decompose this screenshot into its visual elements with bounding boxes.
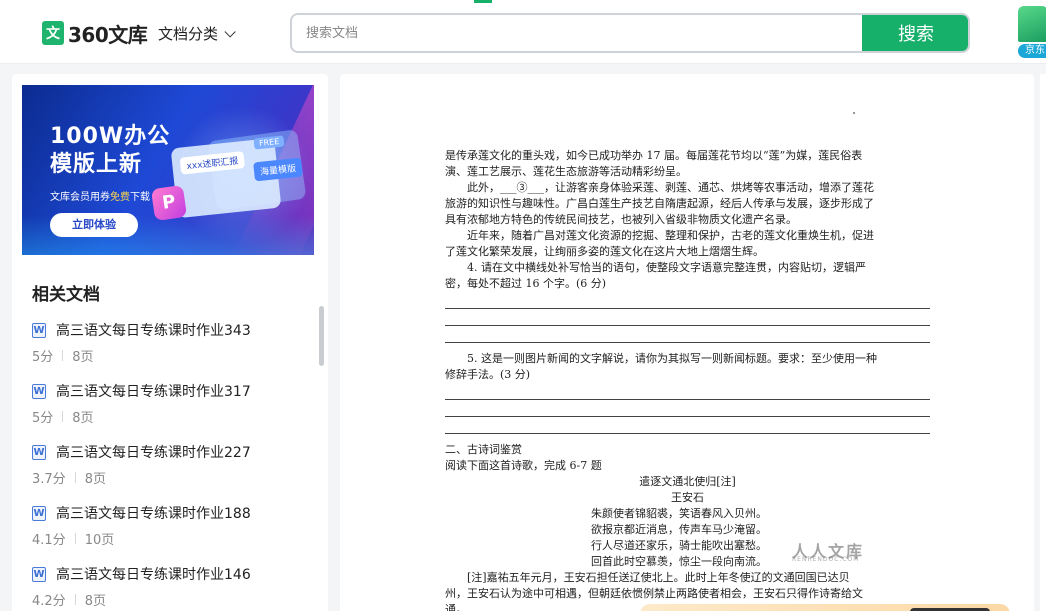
doc-line: 近年来，随着广昌对莲文化资源的挖掘、整理和保护，古老的莲文化重焕生机，促进 <box>467 229 874 242</box>
search-button[interactable]: 搜索 <box>862 15 968 51</box>
try-now-button[interactable]: 立即体验 <box>50 213 138 237</box>
watermark-sub: RENRENDOC.COM <box>792 556 860 563</box>
divider <box>74 472 76 483</box>
doc-line: 是传承莲文化的重头戏，如今已成功举办 17 届。每届莲花节均以“莲”为媒，莲民俗… <box>445 149 863 162</box>
right-panel-edge <box>1040 74 1046 611</box>
category-label: 文档分类 <box>158 25 219 43</box>
related-doc-name[interactable]: 高三语文每日专练课时作业317 <box>56 381 251 401</box>
list-item[interactable]: W 高三语文每日专练课时作业317 5分 8页 <box>32 381 312 442</box>
poem-title: 遣逐文通北使归[注] <box>639 475 736 488</box>
doc-line: 修辞手法。(3 分) <box>445 368 531 381</box>
doc-score: 5分 <box>32 411 54 426</box>
answer-line <box>445 399 930 400</box>
banner-sub-pre: 文库会员用券 <box>50 192 110 203</box>
list-item[interactable]: W 高三语文每日专练课时作业227 3.7分 8页 <box>32 442 312 503</box>
document-page: 是传承莲文化的重头戏，如今已成功举办 17 届。每届莲花节均以“莲”为媒，莲民俗… <box>340 74 1034 611</box>
chevron-down-icon <box>224 25 236 38</box>
poem-line: 欲报京都近消息，传声车马少淹留。 <box>591 523 767 536</box>
answer-line <box>445 308 930 309</box>
poem-line: 朱颜使者锦貂裘，笑语春风入贝州。 <box>591 507 767 520</box>
category-dropdown[interactable]: 文档分类 <box>158 23 236 44</box>
word-doc-icon: W <box>32 566 46 582</box>
word-doc-icon: W <box>32 383 46 399</box>
related-doc-name[interactable]: 高三语文每日专练课时作业146 <box>56 564 251 584</box>
jd-promo-badge[interactable]: 京东 <box>1018 6 1046 58</box>
doc-line: 了莲文化繁荣发展，让绚丽多姿的莲文化在这片大地上熠熠生辉。 <box>445 245 764 258</box>
jd-label: 京东 <box>1018 44 1046 58</box>
related-docs-list: W 高三语文每日专练课时作业343 5分 8页 W 高三语文每日专练课时作业317 5… <box>32 320 312 611</box>
divider <box>74 533 76 544</box>
list-item[interactable]: W 高三语文每日专练课时作业146 4.2分 8页 <box>32 564 312 611</box>
doc-pages: 8页 <box>72 411 94 426</box>
banner-card-chip: xxx述职汇报 <box>179 151 246 175</box>
promo-banner[interactable]: xxx述职汇报 FREE 海量模版 P 100W办公 模版上新 文库会员用券免费… <box>22 85 314 255</box>
doc-score: 5分 <box>32 350 54 365</box>
doc-line: 州，王安石认为途中可相遇，但朝廷依惯例禁止两路使者相会，王安石只得作诗寄给文 <box>445 587 863 600</box>
divider <box>62 350 64 361</box>
word-doc-icon: W <box>32 444 46 460</box>
doc-line: 密，每处不超过 16 个字。(6 分) <box>445 277 607 290</box>
search-bar: 搜索 <box>290 13 970 53</box>
sidebar-scrollbar[interactable] <box>319 306 324 366</box>
doc-pages: 8页 <box>84 472 106 487</box>
site-logo[interactable]: 文 360文库 <box>42 20 148 47</box>
poem-author: 王安石 <box>671 491 704 504</box>
related-doc-name[interactable]: 高三语文每日专练课时作业227 <box>56 442 251 462</box>
banner-title-line2: 模版上新 <box>50 152 143 177</box>
divider <box>62 411 64 422</box>
related-docs-title: 相关文档 <box>32 285 100 305</box>
divider <box>74 594 76 605</box>
word-doc-icon: W <box>32 322 46 338</box>
section-instruction: 阅读下面这首诗歌，完成 6-7 题 <box>445 459 602 472</box>
answer-line <box>445 416 930 417</box>
doc-line: 具有浓郁地方特色的传统民间技艺，也被列入省级非物质文化遗产名录。 <box>445 213 797 226</box>
banner-title-line1: 100W办公 <box>50 124 171 149</box>
doc-pages: 10页 <box>84 533 115 548</box>
ppt-icon: P <box>150 184 188 222</box>
question-4: 4. 请在文中横线处补写恰当的语句，使整段文字语意完整连贯，内容贴切，逻辑严 <box>467 261 866 274</box>
banner-title: 100W办公 模版上新 <box>50 123 170 179</box>
sidebar: xxx述职汇报 FREE 海量模版 P 100W办公 模版上新 文库会员用券免费… <box>12 74 328 611</box>
question-5: 5. 这是一则图片新闻的文字解说，请你为其拟写一则新闻标题。要求：至少使用一种 <box>467 352 877 365</box>
doc-score: 4.1分 <box>32 533 66 548</box>
doc-line: 旅游的知识性与趣味性。广昌白莲生产技艺自隋唐起源，经后人传承与发展，逐步形成了 <box>445 197 874 210</box>
doc-score: 3.7分 <box>32 472 66 487</box>
gift-icon <box>1018 6 1046 42</box>
section-heading: 二、古诗词鉴赏 <box>445 443 522 456</box>
banner-subtitle: 文库会员用券免费下载 <box>50 188 150 203</box>
doc-pages: 8页 <box>72 350 94 365</box>
doc-line: 演、莲工艺展示、莲花生态旅游等活动精彩纷呈。 <box>445 165 687 178</box>
doc-line: 此外，___③___，让游客亲身体验采莲、剥莲、通芯、烘烤等农事活动，增添了莲花 <box>467 181 874 194</box>
answer-line <box>445 325 930 326</box>
banner-sub-highlight: 免费 <box>110 192 130 203</box>
list-item[interactable]: W 高三语文每日专练课时作业188 4.1分 10页 <box>32 503 312 564</box>
page-mark <box>853 112 855 114</box>
poem-note: [注]嘉祐五年元月，王安石担任送辽使北上。此时上年冬使辽的文通回国已达贝 <box>467 571 850 584</box>
logo-mark-icon: 文 <box>42 21 64 45</box>
related-doc-name[interactable]: 高三语文每日专练课时作业343 <box>56 320 251 340</box>
logo-text: 360文库 <box>68 22 148 47</box>
banner-sub-post: 下载 <box>130 192 150 203</box>
search-input[interactable] <box>292 15 864 51</box>
bottom-promo-strip[interactable] <box>640 604 1010 611</box>
doc-pages: 8页 <box>84 594 106 609</box>
related-doc-name[interactable]: 高三语文每日专练课时作业188 <box>56 503 251 523</box>
word-doc-icon: W <box>32 505 46 521</box>
top-indicator <box>474 0 492 3</box>
top-header: 文 360文库 文档分类 搜索 京东 <box>0 0 1046 64</box>
doc-score: 4.2分 <box>32 594 66 609</box>
list-item[interactable]: W 高三语文每日专练课时作业343 5分 8页 <box>32 320 312 381</box>
